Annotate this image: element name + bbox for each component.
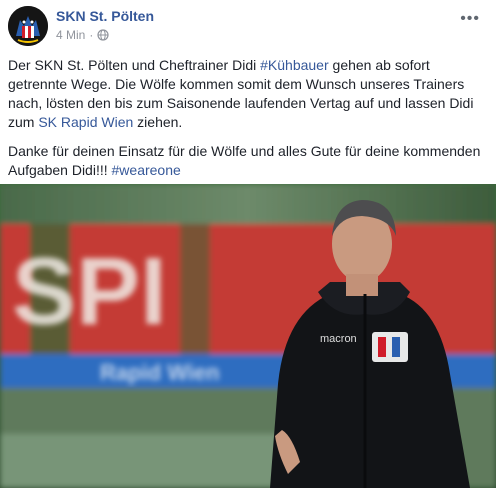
text-segment: Der SKN St. Pölten und Cheftrainer Didi bbox=[8, 57, 261, 73]
meta-separator: · bbox=[89, 28, 94, 42]
post-timestamp[interactable]: 4 Min bbox=[56, 28, 85, 42]
post-photo[interactable]: SPI Rapid Wien macron bbox=[0, 184, 496, 488]
wolf-logo-icon bbox=[8, 6, 48, 46]
post-card: SKN St. Pölten 4 Min · ••• Der SKN St. P… bbox=[0, 0, 496, 488]
banner-text: SPI bbox=[12, 238, 167, 345]
more-options-button[interactable]: ••• bbox=[460, 10, 480, 28]
post-meta: 4 Min · bbox=[56, 28, 109, 42]
post-header: SKN St. Pölten 4 Min · ••• bbox=[0, 0, 496, 52]
text-segment: ziehen. bbox=[133, 114, 183, 130]
post-paragraph-1: Der SKN St. Pölten und Cheftrainer Didi … bbox=[8, 56, 484, 132]
globe-icon[interactable] bbox=[97, 29, 109, 41]
jacket-brand-text: macron bbox=[320, 333, 357, 345]
hashtag-weareone-link[interactable]: #weareone bbox=[112, 162, 181, 178]
text-segment: Danke für deinen Einsatz für die Wölfe u… bbox=[8, 143, 481, 178]
page-name-link[interactable]: SKN St. Pölten bbox=[56, 8, 154, 24]
coach-photo-image: SPI Rapid Wien macron bbox=[0, 184, 496, 488]
post-text: Der SKN St. Pölten und Cheftrainer Didi … bbox=[8, 56, 484, 190]
page-avatar[interactable] bbox=[8, 6, 48, 46]
post-paragraph-2: Danke für deinen Einsatz für die Wölfe u… bbox=[8, 142, 484, 180]
banner-sub-text: Rapid Wien bbox=[100, 360, 220, 385]
hashtag-kuehbauer-link[interactable]: #Kühbauer bbox=[260, 57, 329, 73]
sk-rapid-wien-link[interactable]: SK Rapid Wien bbox=[38, 114, 133, 130]
